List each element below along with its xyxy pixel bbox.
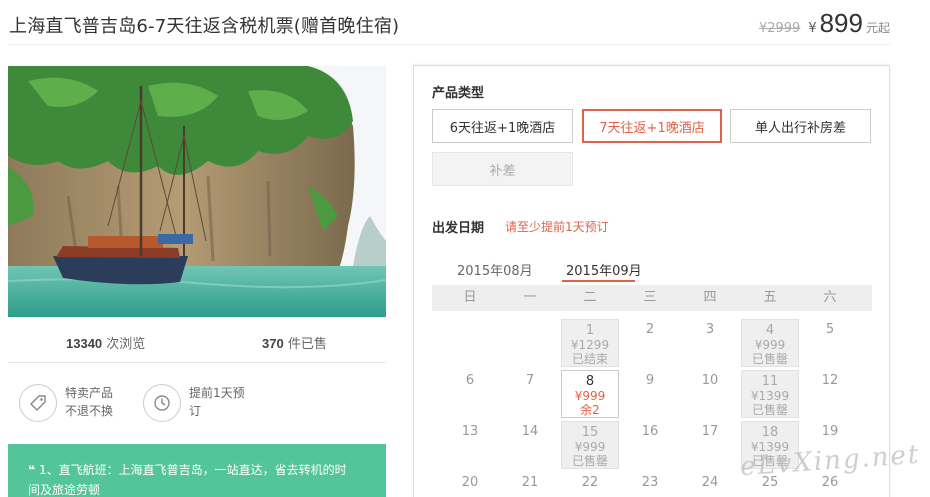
sold-count: 370 bbox=[262, 336, 284, 351]
views-label: 次浏览 bbox=[106, 337, 146, 352]
product-photo[interactable] bbox=[8, 66, 386, 317]
highlight-line-1: ❝ 1、直飞航班：上海直飞普吉岛，一站直达，省去转机的时 bbox=[28, 463, 347, 477]
feature-text-2: 不退不换 bbox=[65, 404, 114, 418]
highlight-line-2: 间及旅途劳顿 bbox=[28, 483, 101, 497]
feature-text-2: 订 bbox=[189, 404, 202, 418]
departure-date-label: 出发日期 bbox=[432, 221, 485, 236]
product-title: 上海直飞普吉岛6-7天往返含税机票(赠首晚住宿) bbox=[9, 16, 400, 37]
calendar-day-3: 3 bbox=[705, 322, 715, 337]
highlight-box: ❝ 1、直飞航班：上海直飞普吉岛，一站直达，省去转机的时 间及旅途劳顿 bbox=[8, 444, 386, 497]
calendar-day-20: 20 bbox=[461, 475, 479, 490]
sold-label: 件已售 bbox=[287, 337, 327, 352]
calendar-day-14: 14 bbox=[521, 424, 539, 439]
calendar-day-1: 1 ¥1299 已结束 bbox=[561, 319, 619, 367]
sold-stat: 370 件已售 bbox=[262, 333, 327, 352]
calendar-day-7: 7 bbox=[525, 373, 535, 388]
booking-notice: 请至少提前1天预订 bbox=[505, 220, 609, 234]
calendar-day-10: 10 bbox=[701, 373, 719, 388]
calendar-day-9: 9 bbox=[645, 373, 655, 388]
currency-symbol: ¥ bbox=[808, 21, 817, 36]
views-stat: 13340 次浏览 bbox=[66, 333, 145, 352]
option-7day[interactable]: 7天往返+1晚酒店 bbox=[582, 109, 722, 143]
booking-panel: 产品类型 6天往返+1晚酒店 7天往返+1晚酒店 单人出行补房差 补差 出发日期… bbox=[413, 65, 890, 497]
weekday-fri: 五 bbox=[763, 290, 777, 305]
calendar-day-21: 21 bbox=[521, 475, 539, 490]
calendar-day-23: 23 bbox=[641, 475, 659, 490]
month-tab-aug[interactable]: 2015年08月 bbox=[457, 260, 533, 279]
phuket-boat-image bbox=[8, 66, 386, 317]
feature-no-refund: 特卖产品 不退不换 bbox=[19, 384, 113, 422]
calendar-day-15: 15 ¥999 已售罄 bbox=[561, 421, 619, 469]
feature-text-1: 特卖产品 bbox=[65, 386, 114, 400]
calendar-day-24: 24 bbox=[701, 475, 719, 490]
product-type-label: 产品类型 bbox=[432, 86, 485, 101]
weekday-mon: 一 bbox=[523, 290, 537, 305]
title-divider bbox=[8, 44, 890, 45]
weekday-sun: 日 bbox=[463, 290, 477, 305]
price-unit: 元起 bbox=[865, 21, 890, 35]
calendar-day-16: 16 bbox=[641, 424, 659, 439]
stats-divider bbox=[8, 362, 386, 363]
weekday-tue: 二 bbox=[583, 290, 597, 305]
weekday-sat: 六 bbox=[823, 290, 837, 305]
calendar-day-22: 22 bbox=[581, 475, 599, 490]
weekday-header: 日 一 二 三 四 五 六 bbox=[432, 285, 872, 311]
option-single-supplement[interactable]: 单人出行补房差 bbox=[730, 109, 871, 143]
calendar-day-8[interactable]: 8 ¥999 余2 bbox=[561, 370, 619, 418]
option-6day[interactable]: 6天往返+1晚酒店 bbox=[432, 109, 573, 143]
calendar-day-4: 4 ¥999 已售罄 bbox=[741, 319, 799, 367]
product-stats: 13340 次浏览 370 件已售 bbox=[8, 330, 386, 354]
month-tab-sep[interactable]: 2015年09月 bbox=[566, 260, 642, 279]
price-box: ¥2999 ¥ 899 元起 bbox=[759, 8, 890, 39]
calendar-day-12: 12 bbox=[821, 373, 839, 388]
option-price-difference[interactable]: 补差 bbox=[432, 152, 573, 186]
calendar-day-11: 11 ¥1399 已售罄 bbox=[741, 370, 799, 418]
current-price: 899 bbox=[819, 8, 863, 38]
weekday-wed: 三 bbox=[643, 290, 657, 305]
quote-icon: ❝ bbox=[28, 463, 36, 477]
weekday-thu: 四 bbox=[703, 290, 717, 305]
feature-advance-booking: 提前1天预 订 bbox=[143, 384, 245, 422]
calendar-day-6: 6 bbox=[465, 373, 475, 388]
calendar-day-13: 13 bbox=[461, 424, 479, 439]
active-month-indicator bbox=[562, 280, 635, 282]
clock-icon bbox=[143, 384, 181, 422]
tag-icon bbox=[19, 384, 57, 422]
original-price: ¥2999 bbox=[758, 21, 801, 36]
views-count: 13340 bbox=[66, 336, 103, 351]
calendar-day-2: 2 bbox=[645, 322, 655, 337]
calendar-day-5: 5 bbox=[825, 322, 835, 337]
calendar-day-17: 17 bbox=[701, 424, 719, 439]
feature-text-1: 提前1天预 bbox=[189, 386, 245, 400]
